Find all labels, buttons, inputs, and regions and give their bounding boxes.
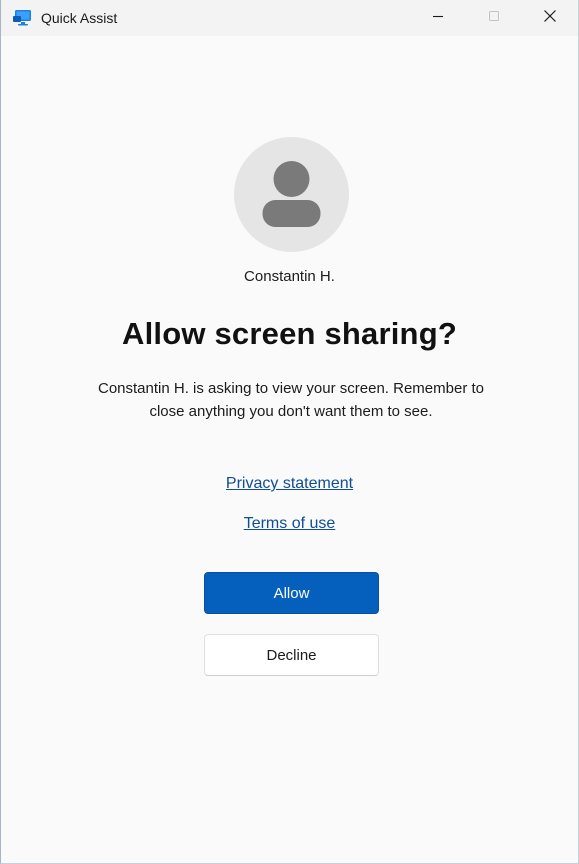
person-icon bbox=[234, 161, 349, 252]
quick-assist-window: Quick Assist Constantin H. Allow screen … bbox=[0, 0, 579, 864]
avatar bbox=[234, 137, 349, 252]
terms-of-use-link-row: Terms of use bbox=[1, 515, 578, 533]
privacy-statement-link[interactable]: Privacy statement bbox=[226, 475, 353, 492]
request-message: Constantin H. is asking to view your scr… bbox=[98, 380, 484, 420]
privacy-statement-link-row: Privacy statement bbox=[1, 475, 578, 493]
minimize-button[interactable] bbox=[415, 0, 461, 36]
window-title: Quick Assist bbox=[41, 10, 118, 26]
allow-button[interactable]: Allow bbox=[204, 572, 379, 614]
allow-button-label: Allow bbox=[273, 584, 310, 602]
minimize-icon bbox=[432, 9, 444, 27]
quick-assist-monitor-icon bbox=[13, 10, 33, 26]
decline-button[interactable]: Decline bbox=[204, 634, 379, 676]
sharing-request-panel: Constantin H. Allow screen sharing? Cons… bbox=[1, 36, 578, 863]
requester-name: Constantin H. bbox=[244, 268, 335, 285]
terms-of-use-link[interactable]: Terms of use bbox=[244, 515, 336, 532]
maximize-button[interactable] bbox=[471, 0, 517, 36]
page-title: Allow screen sharing? bbox=[122, 316, 457, 351]
close-button[interactable] bbox=[527, 0, 573, 36]
decline-button-label: Decline bbox=[266, 646, 317, 664]
close-icon bbox=[543, 9, 557, 28]
maximize-icon bbox=[488, 9, 500, 27]
title-bar[interactable]: Quick Assist bbox=[1, 0, 578, 36]
